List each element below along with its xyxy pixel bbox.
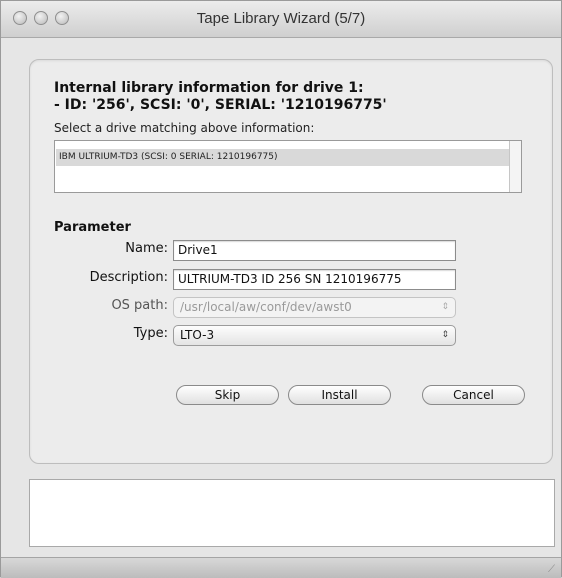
type-label: Type: [133, 326, 168, 341]
wizard-content-panel: Internal library information for drive 1… [29, 59, 553, 464]
popup-arrows-icon: ⇕ [441, 302, 449, 312]
install-button[interactable]: Install [288, 385, 391, 405]
os-path-select: /usr/local/aw/conf/dev/awst0 ⇕ [173, 297, 456, 318]
drive-select-prompt: Select a drive matching above informatio… [54, 121, 315, 135]
name-label: Name: [125, 241, 168, 256]
description-field[interactable]: ULTRIUM-TD3 ID 256 SN 1210196775 [173, 269, 456, 290]
os-path-value: /usr/local/aw/conf/dev/awst0 [180, 300, 352, 314]
drive-list[interactable]: IBM ULTRIUM-TD3 (SCSI: 0 SERIAL: 1210196… [54, 140, 522, 193]
wizard-window: Tape Library Wizard (5/7) Internal libra… [0, 0, 562, 578]
title-bar[interactable]: Tape Library Wizard (5/7) [1, 1, 561, 38]
window-bottom-bar: ⟋ [1, 557, 561, 578]
skip-button[interactable]: Skip [176, 385, 279, 405]
status-log-area[interactable] [29, 479, 555, 547]
popup-arrows-icon: ⇕ [441, 330, 449, 340]
description-label: Description: [89, 270, 168, 285]
type-select[interactable]: LTO-3 ⇕ [173, 325, 456, 346]
resize-grip-icon[interactable]: ⟋ [548, 564, 555, 575]
type-value: LTO-3 [180, 328, 215, 342]
cancel-button[interactable]: Cancel [422, 385, 525, 405]
drive-info-heading-line2: - ID: '256', SCSI: '0', SERIAL: '1210196… [54, 97, 387, 113]
os-path-label: OS path: [111, 298, 168, 313]
drive-info-heading-line1: Internal library information for drive 1… [54, 80, 364, 96]
parameter-section-title: Parameter [54, 220, 131, 235]
name-field[interactable]: Drive1 [173, 240, 456, 261]
window-title: Tape Library Wizard (5/7) [196, 10, 366, 27]
drive-list-scrollbar[interactable] [509, 141, 521, 192]
drive-list-item[interactable]: IBM ULTRIUM-TD3 (SCSI: 0 SERIAL: 1210196… [56, 149, 512, 166]
